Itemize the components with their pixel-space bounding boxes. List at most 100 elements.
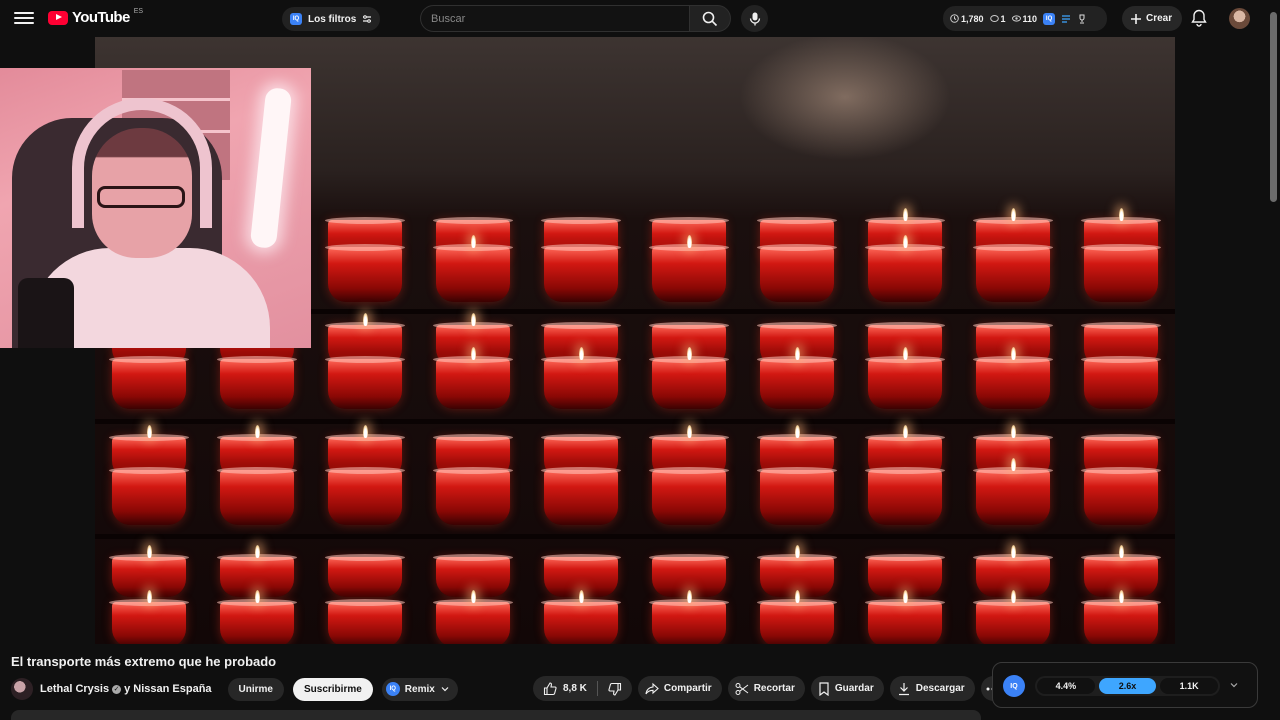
logo-country-code: ES (133, 8, 144, 15)
flame (794, 425, 800, 438)
share-icon (645, 682, 659, 694)
save-button[interactable]: Guardar (810, 676, 884, 701)
list-icon[interactable] (1061, 14, 1071, 24)
flame (578, 590, 584, 603)
iq-metrics-panel: IQ 4.4% 2.6x 1.1K (992, 662, 1258, 708)
streamer-webcam-overlay (0, 68, 311, 348)
clip-label: Recortar (753, 683, 795, 694)
candle (1081, 356, 1161, 409)
shelf (95, 534, 1175, 539)
flame (254, 425, 260, 438)
search-input[interactable] (420, 5, 690, 32)
join-button[interactable]: Unirme (227, 677, 284, 701)
flame (1010, 458, 1016, 471)
sliders-icon (363, 15, 372, 23)
flame (686, 235, 692, 248)
flame (470, 235, 476, 248)
collab-channel-name: y Nissan España (124, 683, 212, 695)
candle (1081, 244, 1161, 302)
youtube-logo[interactable]: YouTube ES (48, 8, 144, 26)
candle (109, 467, 189, 525)
iq-icon: IQ (290, 13, 302, 25)
filters-button[interactable]: IQ Los filtros (282, 7, 381, 31)
channel-row: Lethal Crysis ✓ y Nissan España Unirme S… (11, 676, 458, 702)
flame (794, 347, 800, 360)
create-label: Crear (1146, 13, 1173, 24)
flame (1010, 590, 1016, 603)
candle (433, 467, 513, 525)
candle (1081, 467, 1161, 525)
user-avatar[interactable] (1229, 8, 1250, 29)
flame (362, 425, 368, 438)
candle (541, 467, 621, 525)
plus-icon (1131, 13, 1141, 24)
dislike-button[interactable] (598, 676, 632, 701)
video-title: El transporte más extremo que he probado (11, 654, 277, 669)
candle (433, 590, 513, 644)
microphone-icon (749, 12, 760, 25)
remix-label: Remix (404, 683, 435, 695)
flame (686, 347, 692, 360)
page-scrollbar[interactable] (1270, 12, 1277, 202)
candle (865, 590, 945, 644)
candle (865, 235, 945, 302)
flame (470, 590, 476, 603)
description-box[interactable] (11, 710, 981, 720)
iq-metrics-bar: 4.4% 2.6x 1.1K (1035, 676, 1220, 696)
flame (470, 347, 476, 360)
candle (541, 590, 621, 644)
candle (973, 458, 1053, 525)
candle (865, 347, 945, 409)
hamburger-menu-icon[interactable] (14, 9, 34, 27)
search-button[interactable] (689, 5, 731, 32)
voice-search-button[interactable] (741, 5, 768, 32)
search-icon (702, 11, 718, 26)
candle (433, 235, 513, 302)
top-bar: YouTube ES IQ Los filtros 1,780 1 110 IQ… (0, 0, 1280, 37)
iq-metric-engagement[interactable]: 4.4% (1037, 678, 1095, 694)
flame (1118, 208, 1124, 221)
channel-name: Lethal Crysis (40, 683, 110, 695)
chevron-down-icon[interactable] (1229, 680, 1239, 690)
thumbs-up-icon (543, 681, 557, 695)
download-button[interactable]: Descargar (889, 676, 975, 701)
share-button[interactable]: Compartir (637, 676, 722, 701)
remix-button[interactable]: IQ Remix (381, 677, 458, 701)
iq-logo-icon[interactable]: IQ (1003, 675, 1025, 697)
trophy-icon[interactable] (1077, 14, 1087, 24)
create-button[interactable]: Crear (1122, 6, 1183, 31)
candle (757, 467, 837, 525)
views-stat: 1,780 (950, 14, 984, 24)
clip-button[interactable]: Recortar (727, 676, 805, 701)
download-label: Descargar (915, 683, 965, 694)
verified-icon: ✓ (112, 684, 122, 694)
channel-stats-widget[interactable]: 1,780 1 110 IQ (943, 6, 1107, 31)
video-actions: 8,8 K Compartir Recortar Guardar Descarg… (533, 676, 1006, 701)
candle (973, 244, 1053, 302)
flame (362, 313, 368, 326)
flame (902, 590, 908, 603)
candle (649, 590, 729, 644)
iq-icon[interactable]: IQ (1043, 12, 1056, 25)
subscribe-button[interactable]: Suscribirme (292, 677, 373, 701)
flame (146, 590, 152, 603)
glasses (97, 186, 185, 208)
flame (1010, 545, 1016, 558)
candle (757, 590, 837, 644)
notifications-bell-icon[interactable] (1191, 9, 1207, 32)
candle (541, 347, 621, 409)
candle (757, 347, 837, 409)
candle (973, 347, 1053, 409)
candle (325, 554, 405, 597)
channel-name-link[interactable]: Lethal Crysis ✓ y Nissan España (40, 683, 212, 695)
iq-metric-views-per-hour[interactable]: 1.1K (1160, 678, 1219, 694)
iq-metric-outlier[interactable]: 2.6x (1098, 678, 1157, 694)
flame (146, 545, 152, 558)
flame (470, 313, 476, 326)
chevron-down-icon (441, 687, 449, 692)
channel-avatar[interactable] (11, 678, 33, 700)
like-button[interactable]: 8,8 K (533, 676, 597, 701)
light-tube (249, 87, 293, 249)
thumbs-down-icon (608, 682, 621, 696)
candle (109, 590, 189, 644)
